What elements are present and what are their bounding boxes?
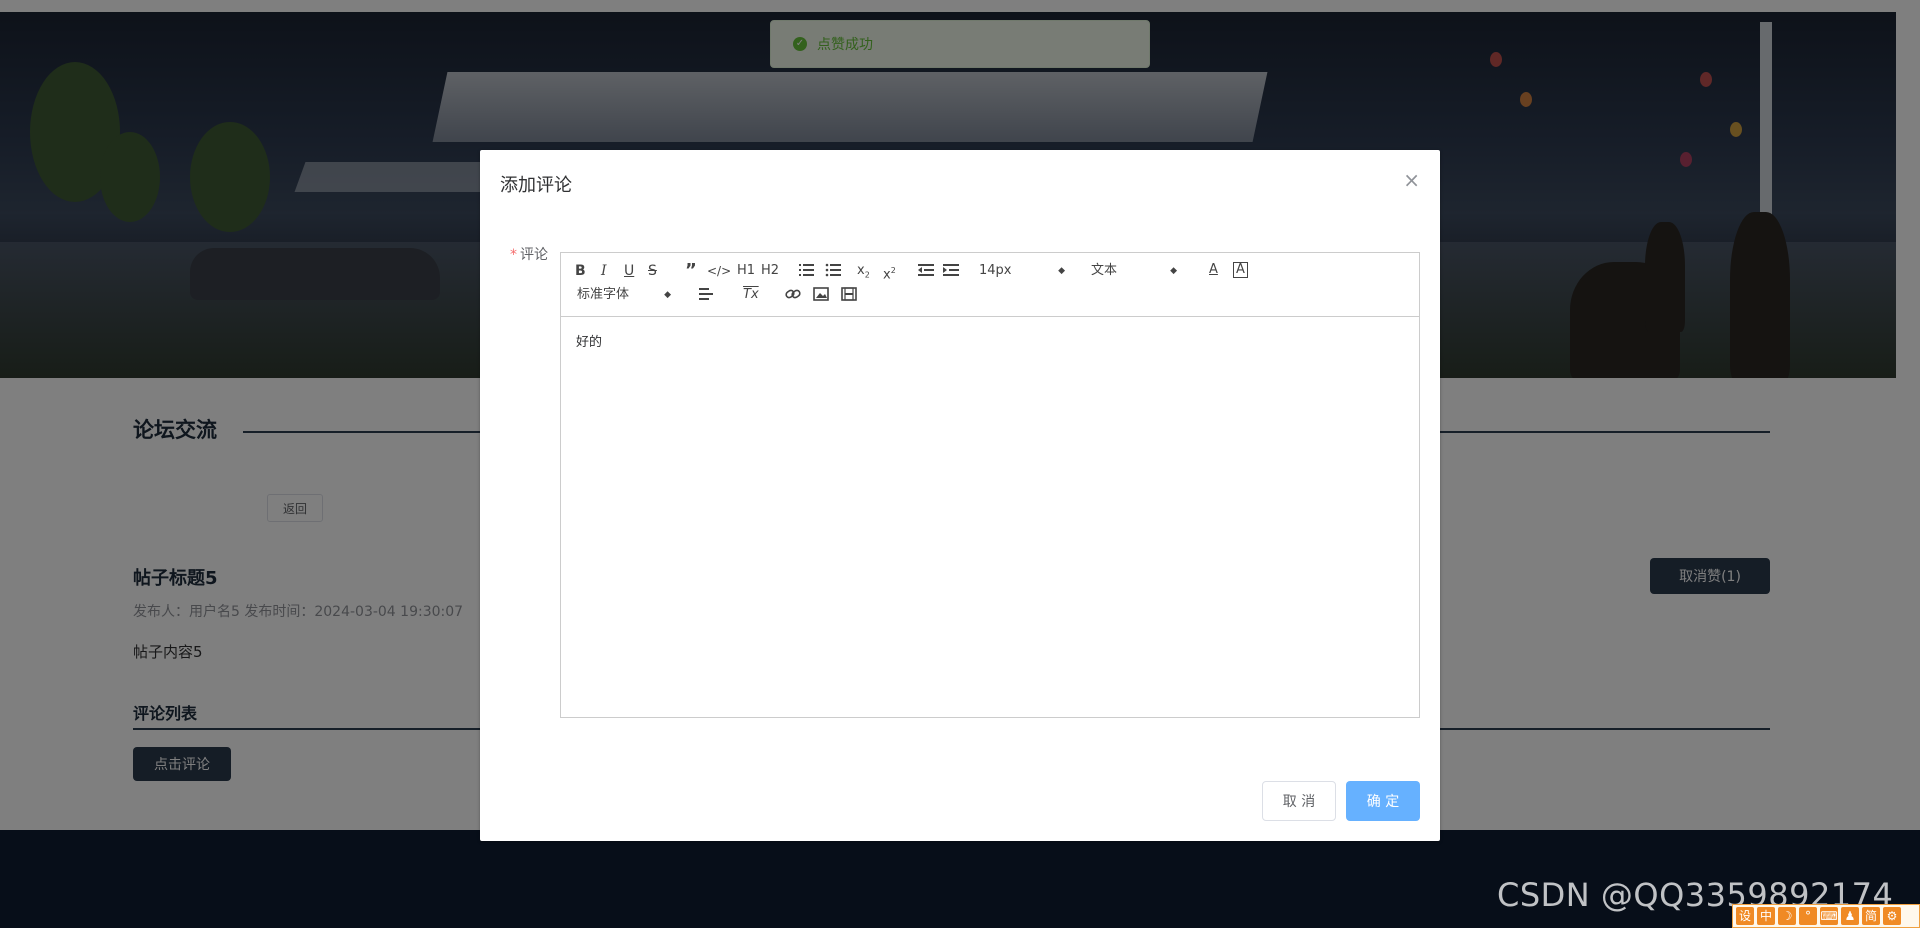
ime-toolbar: 设 中 ☽ ° ⌨ ♟ 简 ⚙ (1732, 904, 1920, 928)
ime-simplified-icon[interactable]: 简 (1862, 907, 1880, 925)
header-2-icon[interactable]: H2 (761, 261, 779, 281)
cancel-button[interactable]: 取 消 (1262, 781, 1336, 821)
ime-settings-icon[interactable]: 设 (1736, 907, 1754, 925)
editor-toolbar: B I U S ” </> H1 H2 x2 x2 14px ◆ 文本 ◆ A … (561, 253, 1419, 317)
ime-skin-icon[interactable]: ♟ (1841, 907, 1859, 925)
ime-chinese-mode-icon[interactable]: 中 (1757, 907, 1775, 925)
font-color-icon[interactable]: A (1209, 260, 1218, 280)
bullet-list-icon[interactable] (825, 263, 841, 283)
underline-icon[interactable]: U (624, 261, 634, 281)
ime-keyboard-icon[interactable]: ⌨ (1820, 907, 1838, 925)
ime-gear-icon[interactable]: ⚙ (1883, 907, 1901, 925)
blockquote-icon[interactable]: ” (685, 261, 697, 281)
align-left-icon[interactable] (699, 287, 715, 307)
superscript-icon[interactable]: x2 (883, 261, 896, 282)
comment-field-label: * 评论 (510, 247, 548, 263)
ime-moon-icon[interactable]: ☽ (1778, 907, 1796, 925)
required-asterisk: * (510, 247, 517, 263)
font-size-picker[interactable]: 14px ◆ (979, 261, 1065, 281)
close-icon[interactable]: × (1403, 168, 1420, 192)
rich-text-editor: B I U S ” </> H1 H2 x2 x2 14px ◆ 文本 ◆ A … (560, 252, 1420, 718)
indent-icon[interactable] (943, 263, 959, 283)
background-color-icon[interactable]: A (1233, 262, 1248, 278)
video-icon[interactable] (841, 287, 857, 307)
image-icon[interactable] (813, 287, 829, 307)
code-block-icon[interactable]: </> (707, 261, 731, 281)
editor-content[interactable]: 好的 (576, 331, 602, 350)
header-1-icon[interactable]: H1 (737, 261, 755, 281)
clear-format-icon[interactable]: Tx (743, 285, 759, 305)
add-comment-dialog: 添加评论 × * 评论 B I U S ” </> H1 H2 x2 x2 14… (480, 150, 1440, 841)
confirm-button[interactable]: 确 定 (1346, 781, 1420, 821)
subscript-icon[interactable]: x2 (857, 261, 870, 281)
ordered-list-icon[interactable] (798, 263, 814, 283)
strike-icon[interactable]: S (648, 261, 657, 281)
font-family-picker[interactable]: 标准字体 ◆ (577, 285, 671, 305)
outdent-icon[interactable] (918, 263, 934, 283)
link-icon[interactable] (785, 287, 801, 307)
bold-icon[interactable]: B (575, 261, 586, 281)
italic-icon[interactable]: I (601, 261, 607, 281)
ime-punctuation-icon[interactable]: ° (1799, 907, 1817, 925)
dialog-title: 添加评论 (500, 175, 572, 196)
header-picker[interactable]: 文本 ◆ (1091, 261, 1177, 281)
